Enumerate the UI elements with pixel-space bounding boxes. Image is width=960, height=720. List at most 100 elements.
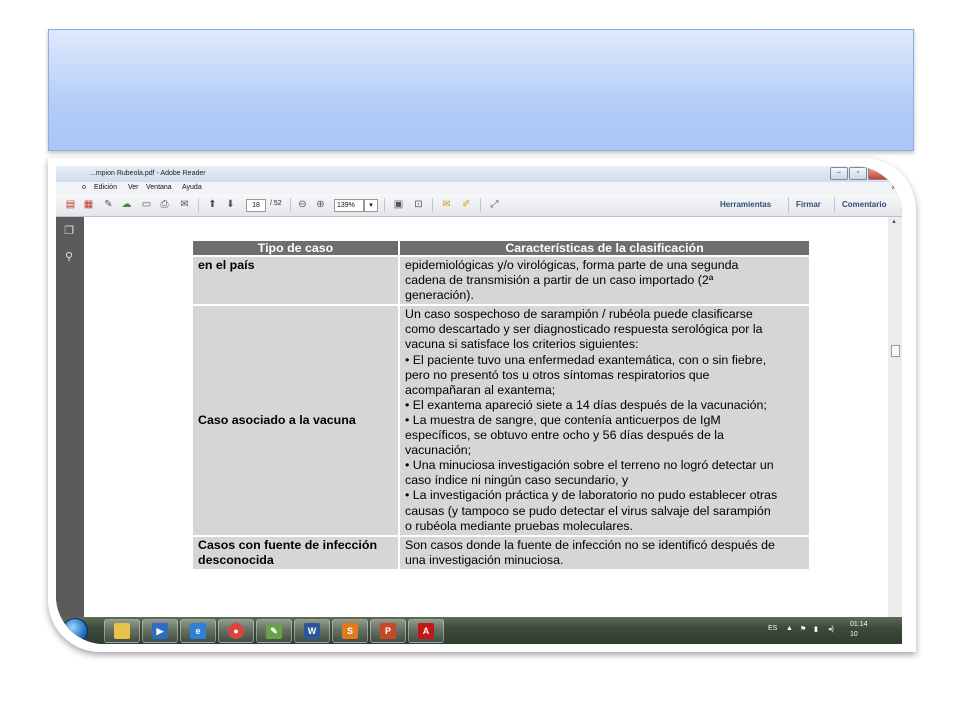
- text-line: causas (y tampoco se pudo detectar el vi…: [405, 503, 771, 518]
- text-line: • Una minuciosa investigación sobre el t…: [405, 458, 774, 473]
- taskbar-app-powerpoint[interactable]: P: [370, 619, 406, 643]
- text-line: como descartado y ser diagnosticado resp…: [405, 322, 763, 337]
- battery-icon[interactable]: ▮: [814, 625, 818, 633]
- toolbar-divider: [198, 198, 199, 212]
- taskbar-app-adobe-reader[interactable]: A: [408, 619, 444, 643]
- herramientas-button[interactable]: Herramientas: [720, 200, 771, 209]
- characteristics-cell: epidemiológicas y/o virológicas, forma p…: [400, 257, 809, 305]
- volume-icon[interactable]: ◂): [828, 625, 834, 633]
- taskbar-app-media-player[interactable]: ▶: [142, 619, 178, 643]
- case-type-cell: Caso asociado a la vacuna: [193, 306, 398, 535]
- clock-date[interactable]: 10: [850, 631, 858, 638]
- text-line: acompañaran al exantema;: [405, 382, 556, 397]
- menu-file[interactable]: o: [82, 184, 86, 191]
- zoom-in-icon[interactable]: ⊕: [314, 198, 327, 211]
- windows-taskbar: ▶ e ● ✎ W S P A ES ▲ ⚑ ▮ ◂) 01:14 10: [56, 617, 902, 644]
- window-controls: – ▫ ✕: [830, 167, 896, 180]
- column-header: Características de la clasificación: [400, 241, 809, 255]
- text-line: • El exantema apareció siete a 14 días d…: [405, 397, 767, 412]
- taskbar-app-paint[interactable]: ✎: [256, 619, 292, 643]
- document-page: Tipo de caso Características de la clasi…: [84, 217, 888, 617]
- highlight-icon[interactable]: ✐: [460, 198, 473, 211]
- table-row: Caso asociado a la vacuna Un caso sospec…: [193, 306, 809, 535]
- case-type-cell: en el país: [193, 257, 398, 305]
- vertical-scrollbar[interactable]: ▲: [888, 217, 902, 617]
- page-number-input[interactable]: 18: [246, 199, 266, 212]
- taskbar-app-word[interactable]: W: [294, 619, 330, 643]
- play-icon: ▶: [152, 623, 168, 639]
- zoom-dropdown-arrow[interactable]: ▾: [364, 199, 378, 212]
- toolbar-divider: [384, 198, 385, 212]
- table-header-row: Tipo de caso Características de la clasi…: [193, 241, 809, 255]
- window-title: ...mpion Rubeola.pdf - Adobe Reader: [90, 170, 206, 177]
- create-pdf-icon[interactable]: ▤: [64, 198, 77, 211]
- text-line: • La muestra de sangre, que contenía ant…: [405, 412, 721, 427]
- maximize-button[interactable]: ▫: [849, 167, 867, 180]
- edit-icon[interactable]: ✎: [102, 198, 115, 211]
- menu-ventana[interactable]: Ventana: [146, 184, 172, 191]
- pages-panel-icon[interactable]: ❐: [63, 225, 75, 237]
- firmar-button[interactable]: Firmar: [796, 200, 821, 209]
- next-page-icon[interactable]: ⬇: [224, 198, 237, 211]
- scrollbar-thumb[interactable]: [891, 345, 900, 357]
- language-indicator[interactable]: ES: [768, 625, 777, 632]
- table-row: en el país epidemiológicas y/o virológic…: [193, 257, 809, 305]
- comentario-button[interactable]: Comentario: [842, 200, 886, 209]
- toolbar-divider: [834, 197, 835, 213]
- folder-icon: [114, 623, 130, 639]
- fit-page-icon[interactable]: ▣: [392, 198, 405, 211]
- text-line: generación).: [405, 288, 474, 303]
- window-titlebar: ...mpion Rubeola.pdf - Adobe Reader – ▫ …: [56, 166, 902, 182]
- zoom-out-icon[interactable]: ⊖: [296, 198, 309, 211]
- chrome-icon: ●: [228, 623, 244, 639]
- taskbar-app-explorer[interactable]: [104, 619, 140, 643]
- clock-time[interactable]: 01:14: [850, 621, 868, 628]
- comment-icon[interactable]: ✉: [440, 198, 453, 211]
- case-type-text: Caso asociado a la vacuna: [198, 412, 356, 427]
- screenshot-frame: ...mpion Rubeola.pdf - Adobe Reader – ▫ …: [48, 158, 916, 652]
- fit-width-icon[interactable]: ⊡: [412, 198, 425, 211]
- previous-page-icon[interactable]: ⬆: [206, 198, 219, 211]
- print-icon[interactable]: ⎙: [158, 198, 171, 211]
- start-button[interactable]: [62, 618, 88, 644]
- menu-ayuda[interactable]: Ayuda: [182, 184, 202, 191]
- close-document-icon[interactable]: ×: [891, 183, 896, 192]
- text-line: Un caso sospechoso de sarampión / rubéol…: [405, 307, 753, 322]
- case-type-text: en el país: [198, 258, 255, 272]
- zoom-level-input[interactable]: 139%: [334, 199, 364, 212]
- combine-icon[interactable]: ▦: [82, 198, 95, 211]
- menu-edicion[interactable]: Edición: [94, 184, 117, 191]
- taskbar-app-chrome[interactable]: ●: [218, 619, 254, 643]
- menu-ver[interactable]: Ver: [128, 184, 139, 191]
- text-line: o rubéola mediante pruebas moleculares.: [405, 518, 633, 533]
- toolbar-divider: [480, 198, 481, 212]
- paint-icon: ✎: [266, 623, 282, 639]
- show-hidden-icons-icon[interactable]: ▲: [786, 625, 793, 632]
- toolbar-divider: [788, 197, 789, 213]
- slide-title-banner: [48, 29, 914, 151]
- page-total: / 52: [270, 200, 282, 207]
- minimize-button[interactable]: –: [830, 167, 848, 180]
- fullscreen-icon[interactable]: ⤢: [488, 198, 501, 211]
- adobe-reader-icon: A: [418, 623, 434, 639]
- text-line: • La investigación práctica y de laborat…: [405, 488, 778, 503]
- text-line: epidemiológicas y/o virológicas, forma p…: [405, 258, 739, 272]
- cloud-upload-icon[interactable]: ☁: [120, 198, 133, 211]
- close-button[interactable]: ✕: [868, 167, 896, 180]
- action-center-flag-icon[interactable]: ⚑: [800, 625, 806, 633]
- characteristics-cell: Son casos donde la fuente de infección n…: [400, 536, 809, 569]
- taskbar-app-slide[interactable]: S: [332, 619, 368, 643]
- powerpoint-icon: P: [380, 623, 396, 639]
- email-icon[interactable]: ✉: [178, 198, 191, 211]
- scroll-up-icon[interactable]: ▲: [891, 219, 897, 225]
- attachments-icon[interactable]: ⚲: [63, 251, 75, 263]
- case-type-text: Casos con fuente de infección: [198, 537, 378, 552]
- save-icon[interactable]: ▭: [140, 198, 153, 211]
- internet-explorer-icon: e: [190, 623, 206, 639]
- taskbar-app-internet-explorer[interactable]: e: [180, 619, 216, 643]
- toolbar-divider: [432, 198, 433, 212]
- case-type-text: desconocida: [198, 552, 274, 567]
- text-line: • El paciente tuvo una enfermedad exante…: [405, 352, 767, 367]
- case-type-cell: Casos con fuente de infección desconocid…: [193, 536, 398, 569]
- table-row: Casos con fuente de infección desconocid…: [193, 536, 809, 569]
